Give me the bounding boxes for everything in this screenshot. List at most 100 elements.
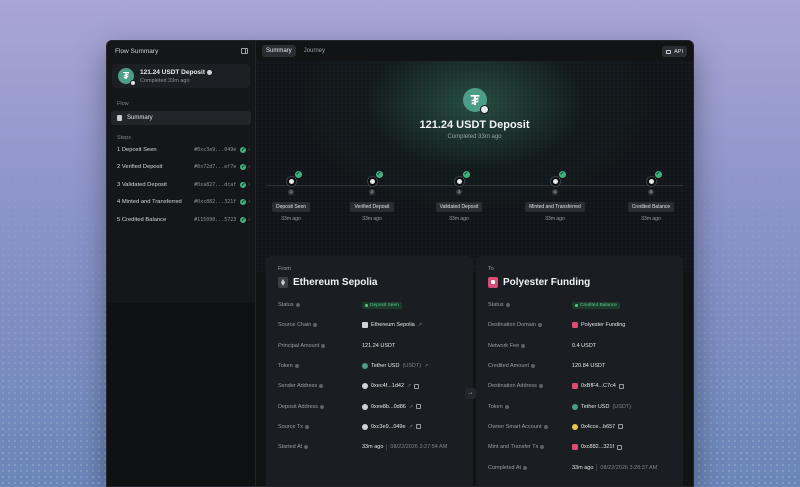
token-symbol: (USDT) (612, 403, 632, 410)
row-value[interactable]: 0xBfF4...C7c4 (581, 383, 616, 389)
arrow-icon[interactable]: › (248, 199, 250, 205)
step-item[interactable]: 5 Credited Balance #115090...5723 ✓ › (107, 211, 255, 229)
step-item[interactable]: 1 Deposit Seen #0xc3e9...049e ✓ › (107, 141, 255, 159)
row-label: Started At (278, 444, 303, 451)
link-icon: ✓ (366, 171, 383, 187)
arrow-icon[interactable]: › (248, 147, 250, 153)
panel-toggle-icon[interactable] (241, 48, 248, 54)
step-item[interactable]: 3 Validated Deposit #0xa827...dcaf ✓ › (107, 176, 255, 194)
external-link-icon[interactable]: ↗ (424, 363, 428, 369)
check-icon: ✓ (240, 199, 247, 206)
flow-card[interactable]: ₮ 121.24 USDT Deposit Completed 33m ago (112, 64, 250, 88)
help-icon[interactable] (521, 343, 526, 348)
arrow-icon[interactable]: › (248, 182, 250, 188)
api-button[interactable]: API (662, 46, 687, 57)
timeline-node[interactable]: ✓ 4 Minted and Transferred 33m ago (525, 171, 585, 222)
sidebar-item-summary[interactable]: Summary (111, 111, 251, 125)
timeline-node[interactable]: ✓ 5 Credited Balance 33m ago (621, 171, 681, 222)
sidebar-header: Flow Summary (107, 41, 255, 61)
help-icon[interactable] (295, 303, 300, 308)
row-value[interactable]: 0xc882...321f (581, 444, 614, 450)
address-icon (362, 403, 368, 410)
tab-summary[interactable]: Summary (262, 45, 296, 57)
step-label: 2 Verified Deposit (117, 164, 163, 171)
help-icon[interactable] (538, 323, 542, 328)
timeline-time: 33m ago (641, 216, 661, 222)
external-link-icon[interactable]: ↗ (407, 383, 411, 389)
copy-icon[interactable] (414, 383, 420, 389)
help-icon[interactable] (505, 303, 510, 308)
help-icon[interactable] (313, 323, 318, 328)
help-icon[interactable] (504, 404, 509, 409)
arrow-icon[interactable]: › (248, 164, 250, 170)
tx-icon (362, 423, 368, 430)
help-icon[interactable] (543, 424, 548, 429)
tether-logo-icon: ₮ (463, 88, 489, 114)
timeline-node[interactable]: ✓ 3 Validated Deposit 33m ago (429, 171, 489, 222)
credited-amount-row: Credited Amount 120.84 USDT (488, 356, 671, 376)
help-icon[interactable] (321, 343, 326, 348)
copy-icon[interactable] (416, 404, 422, 410)
row-label: Sender Address (278, 383, 318, 390)
deposit-address-row: Deposit Address 0xee8b...0d86 ↗ (278, 396, 461, 416)
row-value: 33m ago (362, 444, 384, 451)
external-link-icon[interactable]: ↗ (409, 404, 413, 410)
sidebar: Flow Summary ₮ 121.24 USDT Deposit Compl… (107, 41, 256, 486)
status-badge: Deposit Seen (362, 301, 402, 309)
row-value: 0.4 USDT (572, 342, 597, 349)
row-label: Network Fee (488, 342, 520, 349)
timeline-node[interactable]: ✓ 1 Deposit Seen 33m ago (261, 171, 321, 222)
copy-icon[interactable] (618, 383, 624, 389)
row-value[interactable]: 0x4cce...b657 (581, 424, 615, 430)
polyester-icon (572, 383, 578, 390)
copy-icon[interactable] (618, 424, 624, 430)
help-icon[interactable] (304, 445, 309, 450)
help-icon[interactable] (294, 364, 299, 369)
help-icon[interactable] (530, 364, 535, 369)
network-fee-row: Network Fee 0.4 USDT (488, 336, 671, 356)
polyester-icon (572, 322, 578, 329)
row-date: 08/22/2026 3:27:54 AM (390, 444, 448, 451)
external-link-icon[interactable]: ↗ (418, 322, 422, 328)
status-text: Deposit Seen (370, 302, 399, 308)
info-icon[interactable] (207, 69, 213, 75)
step-item[interactable]: 2 Verified Deposit #0x72d7...ef7e ✓ › (107, 159, 255, 177)
help-icon[interactable] (320, 404, 325, 409)
row-value[interactable]: 0xec4f...1d42 (371, 383, 404, 389)
row-label: Credited Amount (488, 363, 529, 370)
copy-icon[interactable] (617, 444, 623, 450)
row-label: Destination Domain (488, 322, 536, 329)
step-label: 1 Deposit Seen (117, 146, 157, 153)
check-icon: ✓ (654, 171, 662, 178)
code-icon (666, 49, 672, 54)
shield-icon: ✓ (453, 171, 470, 187)
tether-icon (362, 363, 368, 370)
row-value: 121.24 USDT (362, 342, 396, 349)
arrow-icon[interactable]: › (248, 217, 250, 223)
link-icon: ✓ (645, 171, 662, 187)
address-icon (362, 383, 368, 390)
help-icon[interactable] (523, 465, 528, 470)
help-icon[interactable] (319, 384, 324, 389)
divider (386, 443, 388, 451)
timeline-node[interactable]: ✓ 2 Verified Deposit 33m ago (342, 171, 402, 222)
step-item[interactable]: 4 Minted and Transferred #0xc882...321f ✓ › (107, 194, 255, 212)
help-icon[interactable] (538, 384, 543, 389)
step-label: 4 Minted and Transferred (117, 199, 182, 206)
external-link-icon[interactable]: ↗ (409, 424, 413, 430)
step-number: 2 (369, 189, 375, 195)
row-value: Polyester Funding (581, 322, 626, 329)
mint-tx-row: Mint and Transfer Tx 0xc882...321f (488, 437, 671, 457)
check-icon: ✓ (294, 171, 302, 178)
row-label: Owner Smart Account (488, 423, 542, 430)
tab-journey[interactable]: Journey (300, 45, 329, 57)
step-hash: #0x72d7...ef7e (194, 164, 237, 171)
row-value[interactable]: 0xee8b...0d86 (371, 404, 406, 410)
row-value[interactable]: 0xc3e9...049e (371, 424, 406, 430)
step-label: 5 Credited Balance (117, 216, 167, 223)
copy-icon[interactable] (415, 424, 421, 430)
help-icon[interactable] (304, 424, 309, 429)
help-icon[interactable] (540, 445, 545, 450)
to-title: Polyester Funding (503, 277, 591, 288)
row-date: 08/22/2026 3:28:37 AM (600, 464, 658, 471)
